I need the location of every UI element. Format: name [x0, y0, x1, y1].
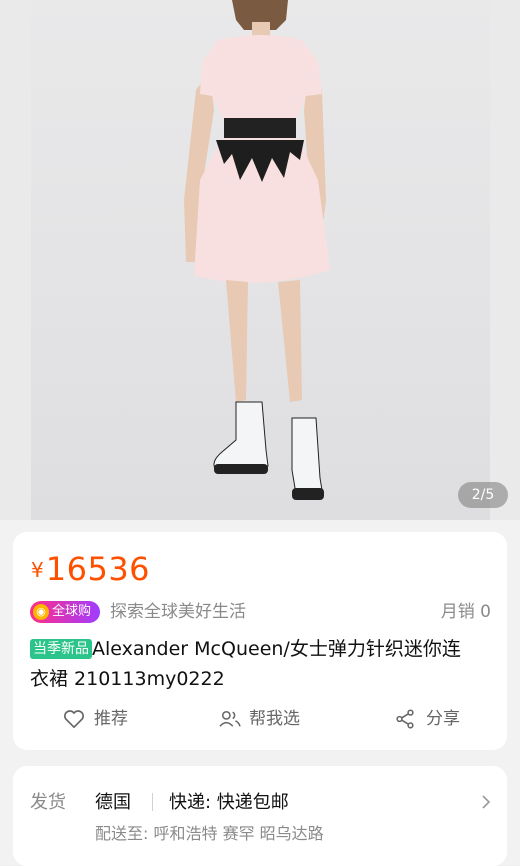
- price: ¥16536: [31, 550, 150, 588]
- recommend-label: 推荐: [94, 709, 128, 729]
- shipping-divider: [152, 793, 153, 811]
- share-button[interactable]: 分享: [395, 704, 475, 734]
- shipping-destination: 配送至: 呼和浩特 赛罕 昭乌达路: [95, 824, 324, 843]
- new-season-tag: 当季新品: [30, 639, 92, 659]
- shipping-method: 快递: 快递包邮: [169, 792, 289, 813]
- help-choose-label: 帮我选: [249, 709, 300, 729]
- price-value: 16536: [45, 550, 151, 588]
- global-purchase-label: 全球购: [52, 604, 92, 619]
- slogan: 探索全球美好生活: [110, 602, 246, 622]
- product-info-card: ¥16536 ◉ 全球购 探索全球美好生活 月销 0 当季新品 Alexander…: [13, 532, 507, 750]
- global-purchase-badge[interactable]: ◉ 全球购: [30, 601, 100, 623]
- help-choose-button[interactable]: 帮我选: [218, 704, 318, 734]
- product-title-line1: Alexander McQueen/女士弹力针织迷你连: [92, 638, 461, 660]
- monthly-sales: 月销 0: [440, 602, 491, 622]
- chevron-right-icon[interactable]: [481, 794, 491, 810]
- share-label: 分享: [426, 709, 460, 729]
- heart-outline-icon: [64, 710, 84, 728]
- meta-row: ◉ 全球购 探索全球美好生活 月销 0: [30, 600, 491, 624]
- recommend-button[interactable]: 推荐: [63, 704, 143, 734]
- product-title-line2: 衣裙 210113my0222: [30, 668, 225, 690]
- currency-symbol: ¥: [31, 558, 44, 582]
- action-bar: 推荐 帮我选 分享: [13, 704, 507, 734]
- shipping-label: 发货: [30, 792, 66, 813]
- product-title: 当季新品 Alexander McQueen/女士弹力针织迷你连 衣裙 21011…: [30, 634, 492, 694]
- global-purchase-logo-icon: ◉: [33, 604, 49, 620]
- share-icon: [396, 709, 414, 729]
- people-icon: [219, 710, 241, 727]
- product-image-gallery[interactable]: 2/5: [0, 0, 520, 520]
- shipping-origin: 德国: [95, 792, 131, 813]
- shipping-card[interactable]: 发货 德国 快递: 快递包邮 配送至: 呼和浩特 赛罕 昭乌达路: [13, 766, 507, 866]
- image-page-indicator: 2/5: [458, 482, 508, 508]
- product-photo-illustration: [184, 0, 330, 500]
